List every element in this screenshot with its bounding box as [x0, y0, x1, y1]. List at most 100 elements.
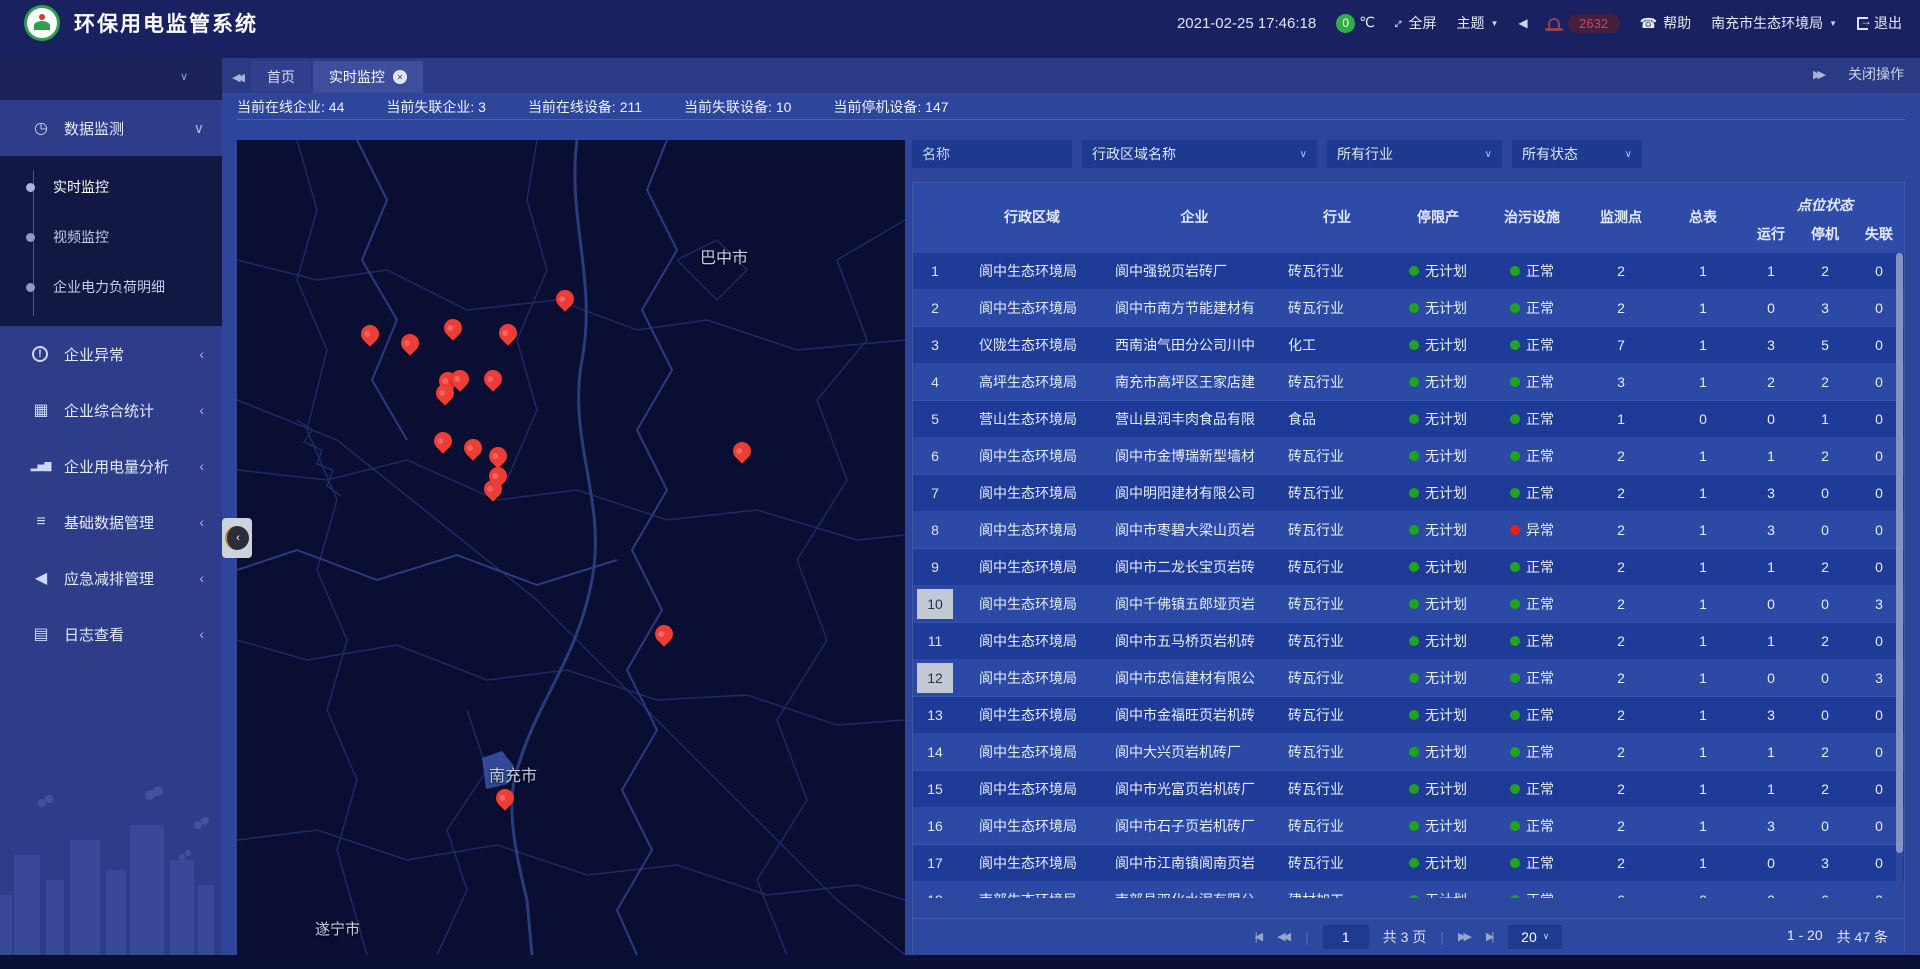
help-button[interactable]: ☎ 帮助	[1640, 13, 1691, 33]
col-company: 企业	[1107, 183, 1282, 251]
map-collapse-button[interactable]: ‹	[222, 518, 252, 558]
page-number-input[interactable]: 1	[1323, 925, 1369, 949]
name-filter-input[interactable]	[912, 140, 1072, 168]
map-marker-3[interactable]	[360, 324, 380, 350]
table-row-6[interactable]: 6阆中生态环境局阆中市金博瑞新型墙材砖瓦行业无计划正常21120	[913, 438, 1904, 475]
cell-limit-status: 无计划	[1392, 409, 1484, 429]
table-row-17[interactable]: 17阆中生态环境局阆中市江南镇阆南页岩砖瓦行业无计划正常21030	[913, 845, 1904, 882]
map-marker-4[interactable]	[400, 333, 420, 359]
table-row-1[interactable]: 1阆中生态环境局阆中强锐页岩砖厂砖瓦行业无计划正常21120	[913, 253, 1904, 290]
map-marker-13[interactable]	[483, 479, 503, 505]
green-dot-icon	[1409, 895, 1419, 898]
status-filter-select[interactable]: 所有状态 ∨	[1512, 140, 1642, 168]
table-row-15[interactable]: 15阆中生态环境局阆中市光富页岩机砖厂砖瓦行业无计划正常21120	[913, 771, 1904, 808]
col-index	[913, 183, 957, 251]
map-marker-1[interactable]	[443, 318, 463, 344]
cell-industry: 建材加工	[1282, 890, 1392, 898]
first-page-button[interactable]: |◀	[1255, 930, 1263, 943]
map-panel[interactable]: 巴中市 南充市 遂宁市	[237, 140, 905, 955]
table-row-12[interactable]: 12阆中生态环境局阆中市忠信建材有限公砖瓦行业无计划正常21003	[913, 660, 1904, 697]
map-marker-0[interactable]	[555, 289, 575, 315]
close-operations-button[interactable]: 关闭操作	[1848, 64, 1904, 84]
map-marker-14[interactable]	[732, 441, 752, 467]
sidebar-item-5[interactable]: ◀应急减排管理‹	[0, 550, 222, 606]
sidebar-subitem-视频监控[interactable]: 视频监控	[0, 212, 222, 262]
cell-region: 阆中生态环境局	[957, 853, 1107, 873]
green-dot-icon	[1510, 747, 1520, 757]
green-dot-icon	[1510, 895, 1520, 898]
sidebar-item-1[interactable]: !企业异常‹	[0, 326, 222, 382]
page-size-select[interactable]: 20 ∨	[1508, 925, 1562, 949]
table-row-16[interactable]: 16阆中生态环境局阆中市石子页岩机砖厂砖瓦行业无计划正常21300	[913, 808, 1904, 845]
table-row-5[interactable]: 5营山生态环境局营山县润丰肉食品有限食品无计划正常10010	[913, 401, 1904, 438]
tabs-scroll-right-icon[interactable]: ▶▶	[1813, 68, 1822, 81]
cell-region: 仪陇生态环境局	[957, 335, 1107, 355]
table-row-3[interactable]: 3仪陇生态环境局西南油气田分公司川中化工无计划正常71350	[913, 327, 1904, 364]
cell-index: 6	[913, 448, 957, 464]
table-row-13[interactable]: 13阆中生态环境局阆中市金福旺页岩机砖砖瓦行业无计划正常21300	[913, 697, 1904, 734]
cell-industry: 砖瓦行业	[1282, 631, 1392, 651]
cell-meters: 1	[1662, 781, 1744, 797]
sidebar-item-2[interactable]: ▦企业综合统计‹	[0, 382, 222, 438]
table-row-2[interactable]: 2阆中生态环境局阆中市南方节能建材有砖瓦行业无计划正常21030	[913, 290, 1904, 327]
table-row-18[interactable]: 18南部生态环境局南部县双化水泥有限公建材加工无计划正常60060	[913, 882, 1904, 898]
prev-page-button[interactable]: ◀◀	[1277, 930, 1291, 943]
map-marker-7[interactable]	[435, 383, 455, 409]
table-row-4[interactable]: 4高坪生态环境局南充市高坪区王家店建砖瓦行业无计划正常31220	[913, 364, 1904, 401]
region-filter-select[interactable]: 行政区域名称 ∨	[1082, 140, 1317, 168]
cell-index: 17	[913, 855, 957, 871]
fullscreen-button[interactable]: ↕ 全屏	[1395, 13, 1437, 33]
cell-limit-status: 无计划	[1392, 557, 1484, 577]
sidebar-scroll-icon[interactable]: ∨	[180, 70, 188, 83]
map-pin-icon	[729, 438, 754, 463]
city-label-suining: 遂宁市	[315, 918, 360, 939]
last-page-button[interactable]: ▶|	[1486, 930, 1494, 943]
chevron-down-icon: ∨	[1625, 149, 1632, 160]
sidebar-item-0[interactable]: ◷数据监测∨	[0, 100, 222, 156]
sidebar-item-3[interactable]: ▂▅▇企业用电量分析‹	[0, 438, 222, 494]
map-marker-15[interactable]	[654, 624, 674, 650]
table-row-9[interactable]: 9阆中生态环境局阆中市二龙长宝页岩砖砖瓦行业无计划正常21120	[913, 549, 1904, 586]
green-dot-icon	[1510, 266, 1520, 276]
notifications[interactable]: 2632	[1548, 14, 1620, 33]
sidebar-subitem-label: 实时监控	[53, 177, 109, 197]
tab-realtime-monitor[interactable]: 实时监控	[313, 61, 423, 93]
table-row-11[interactable]: 11阆中生态环境局阆中市五马桥页岩机砖砖瓦行业无计划正常21120	[913, 623, 1904, 660]
org-dropdown[interactable]: 南充市生态环境局 ▼	[1711, 13, 1837, 33]
cell-industry: 砖瓦行业	[1282, 520, 1392, 540]
map-marker-8[interactable]	[483, 369, 503, 395]
sidebar-item-4[interactable]: ≡基础数据管理‹	[0, 494, 222, 550]
map-marker-2[interactable]	[498, 323, 518, 349]
footer-strip	[0, 955, 1920, 969]
map-marker-9[interactable]	[433, 431, 453, 457]
cell-company: 南部县双化水泥有限公	[1107, 890, 1282, 898]
logout-button[interactable]: 退出	[1857, 13, 1902, 33]
theme-dropdown[interactable]: 主题 ▼	[1456, 13, 1498, 33]
tab-home[interactable]: 首页	[251, 61, 311, 93]
map-marker-16[interactable]	[495, 788, 515, 814]
sidebar-item-6[interactable]: ▤日志查看‹	[0, 606, 222, 662]
scrollbar-thumb[interactable]	[1896, 253, 1903, 853]
next-page-button[interactable]: ▶▶	[1458, 930, 1472, 943]
tabs-scroll-left-icon[interactable]: ◀◀	[222, 71, 251, 93]
cell-meters: 1	[1662, 337, 1744, 353]
cell-stop: 0	[1798, 485, 1852, 501]
map-marker-10[interactable]	[463, 438, 483, 464]
table-row-7[interactable]: 7阆中生态环境局阆中明阳建材有限公司砖瓦行业无计划正常21300	[913, 475, 1904, 512]
green-dot-icon	[1510, 821, 1520, 831]
map-pin-icon	[430, 428, 455, 453]
close-tab-icon[interactable]	[393, 70, 407, 84]
sidebar-subitem-企业电力负荷明细[interactable]: 企业电力负荷明细	[0, 262, 222, 312]
table-row-10[interactable]: 10阆中生态环境局阆中千佛镇五郎垭页岩砖瓦行业无计划正常21003	[913, 586, 1904, 623]
industry-filter-select[interactable]: 所有行业 ∨	[1327, 140, 1502, 168]
sound-toggle-button[interactable]: ◀	[1518, 16, 1527, 30]
chevron-left-icon: ‹	[199, 626, 204, 642]
table-scrollbar[interactable]	[1896, 253, 1903, 898]
table-row-8[interactable]: 8阆中生态环境局阆中市枣碧大梁山页岩砖瓦行业无计划异常21300	[913, 512, 1904, 549]
green-dot-icon	[1409, 673, 1419, 683]
cell-facility-status: 正常	[1484, 853, 1580, 873]
range-label: 1 - 20	[1787, 927, 1823, 947]
table-row-14[interactable]: 14阆中生态环境局阆中大兴页岩机砖厂砖瓦行业无计划正常21120	[913, 734, 1904, 771]
cell-index: 2	[913, 300, 957, 316]
sidebar-subitem-实时监控[interactable]: 实时监控	[0, 162, 222, 212]
